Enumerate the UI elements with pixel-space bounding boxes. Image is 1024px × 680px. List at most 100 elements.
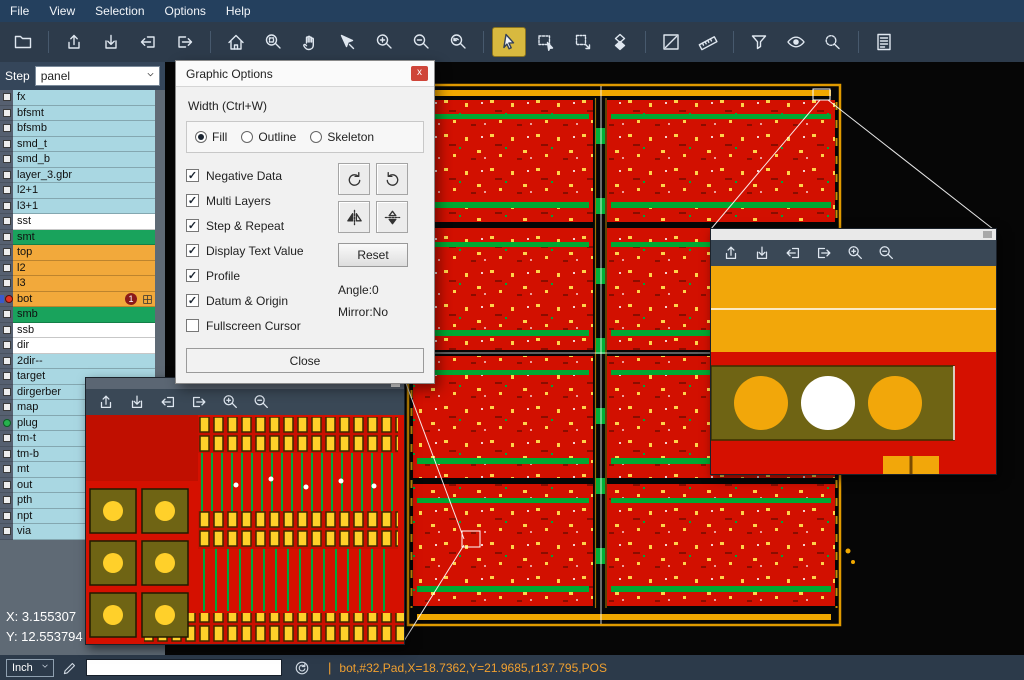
layer-visibility-cell[interactable] (0, 90, 13, 106)
layer-row-l2[interactable]: l2 (0, 261, 155, 277)
radio-skeleton[interactable]: Skeleton (310, 130, 374, 144)
checkbox-datum-origin[interactable]: ✓Datum & Origin (186, 288, 338, 313)
select-rect-button[interactable] (529, 27, 563, 57)
layer-checkbox[interactable] (3, 155, 11, 163)
checkbox-negative-data[interactable]: ✓Negative Data (186, 163, 338, 188)
open-folder-button[interactable] (6, 27, 40, 57)
box-arrow-up-button[interactable] (95, 391, 117, 413)
layer-visibility-cell[interactable] (0, 230, 13, 246)
layer-visibility-cell[interactable] (0, 478, 13, 494)
magnifier-window-1[interactable] (85, 377, 405, 645)
zoom-region-button[interactable] (256, 27, 290, 57)
filter-funnel-button[interactable] (742, 27, 776, 57)
layer-checkbox[interactable] (3, 171, 11, 179)
box-arrow-up-button[interactable] (720, 242, 742, 264)
layer-checkbox[interactable] (3, 527, 11, 535)
layer-row-smd_b[interactable]: smd_b (0, 152, 155, 168)
box-arrow-up-button[interactable] (57, 27, 91, 57)
refresh-icon[interactable] (294, 660, 310, 676)
home-button[interactable] (219, 27, 253, 57)
layer-row-bfsmt[interactable]: bfsmt (0, 106, 155, 122)
zoom-out-button[interactable] (875, 242, 897, 264)
box-arrow-down-button[interactable] (94, 27, 128, 57)
checkbox-display-text-value[interactable]: ✓Display Text Value (186, 238, 338, 263)
layer-visibility-cell[interactable] (0, 369, 13, 385)
layer-checkbox[interactable] (3, 310, 11, 318)
layer-checkbox[interactable] (3, 93, 11, 101)
layer-checkbox[interactable] (3, 341, 11, 349)
layer-checkbox[interactable] (3, 434, 11, 442)
radio-fill[interactable]: Fill (195, 130, 227, 144)
layer-checkbox[interactable] (3, 217, 11, 225)
layer-checkbox[interactable] (3, 186, 11, 194)
layers-diamond-button[interactable] (603, 27, 637, 57)
layer-visibility-cell[interactable] (0, 183, 13, 199)
eye-button[interactable] (779, 27, 813, 57)
layer-visibility-cell[interactable] (0, 354, 13, 370)
layer-checkbox[interactable] (3, 279, 11, 287)
layer-row-l3+1[interactable]: l3+1 (0, 199, 155, 215)
layer-row-layer_3.gbr[interactable]: layer_3.gbr (0, 168, 155, 184)
layer-visibility-cell[interactable] (0, 276, 13, 292)
pan-hand-button[interactable] (293, 27, 327, 57)
box-arrow-left-button[interactable] (157, 391, 179, 413)
line-tool-button[interactable] (654, 27, 688, 57)
mirror-h-button[interactable] (338, 201, 370, 233)
layer-visibility-cell[interactable] (0, 199, 13, 215)
layer-visibility-cell[interactable] (0, 245, 13, 261)
box-arrow-left-button[interactable] (131, 27, 165, 57)
box-arrow-right-button[interactable] (813, 242, 835, 264)
layer-visibility-cell[interactable] (0, 307, 13, 323)
unit-select[interactable]: Inch (6, 659, 54, 677)
menu-item-help[interactable]: Help (226, 4, 251, 18)
layer-visibility-cell[interactable] (0, 338, 13, 354)
reset-button[interactable]: Reset (338, 243, 408, 267)
layer-grid-icon[interactable] (142, 294, 153, 305)
layer-row-ssb[interactable]: ssb (0, 323, 155, 339)
box-arrow-down-button[interactable] (751, 242, 773, 264)
layer-checkbox[interactable] (3, 248, 11, 256)
layer-checkbox[interactable] (3, 465, 11, 473)
zoom-in-button[interactable] (844, 242, 866, 264)
close-button[interactable]: Close (186, 348, 424, 373)
checkbox-step-repeat[interactable]: ✓Step & Repeat (186, 213, 338, 238)
magnifier-titlebar[interactable] (711, 229, 996, 240)
pointer-drag-button[interactable] (330, 27, 364, 57)
menu-item-options[interactable]: Options (165, 4, 206, 18)
layer-visibility-cell[interactable] (0, 214, 13, 230)
rotate-ccw-button[interactable] (376, 163, 408, 195)
box-arrow-left-button[interactable] (782, 242, 804, 264)
checkbox-profile[interactable]: ✓Profile (186, 263, 338, 288)
layer-visibility-cell[interactable] (0, 121, 13, 137)
layer-visibility-cell[interactable] (0, 400, 13, 416)
select-transform-button[interactable] (566, 27, 600, 57)
layer-visibility-cell[interactable] (0, 447, 13, 463)
radio-outline[interactable]: Outline (241, 130, 296, 144)
layer-visibility-cell[interactable] (0, 137, 13, 153)
layer-visibility-cell[interactable] (0, 509, 13, 525)
layer-row-2dir--[interactable]: 2dir-- (0, 354, 155, 370)
layer-checkbox[interactable] (3, 372, 11, 380)
layer-checkbox[interactable] (3, 109, 11, 117)
zoom-in-button[interactable] (367, 27, 401, 57)
layer-visibility-cell[interactable] (0, 524, 13, 540)
layer-row-sst[interactable]: sst (0, 214, 155, 230)
zoom-previous-button[interactable] (441, 27, 475, 57)
layer-row-dir[interactable]: dir (0, 338, 155, 354)
layer-visibility-cell[interactable] (0, 168, 13, 184)
step-select[interactable]: panel (35, 66, 160, 86)
layer-visibility-cell[interactable] (0, 323, 13, 339)
box-arrow-down-button[interactable] (126, 391, 148, 413)
layer-visibility-cell[interactable] (0, 493, 13, 509)
mirror-v-button[interactable] (376, 201, 408, 233)
box-arrow-right-button[interactable] (168, 27, 202, 57)
layer-checkbox[interactable] (3, 496, 11, 504)
layer-visibility-cell[interactable] (0, 106, 13, 122)
layer-row-smt[interactable]: smt (0, 230, 155, 246)
menu-item-file[interactable]: File (10, 4, 29, 18)
layer-visibility-cell[interactable] (0, 152, 13, 168)
layer-row-bfsmb[interactable]: bfsmb (0, 121, 155, 137)
layer-row-top[interactable]: top (0, 245, 155, 261)
zoom-out-button[interactable] (404, 27, 438, 57)
command-input[interactable] (86, 659, 282, 676)
